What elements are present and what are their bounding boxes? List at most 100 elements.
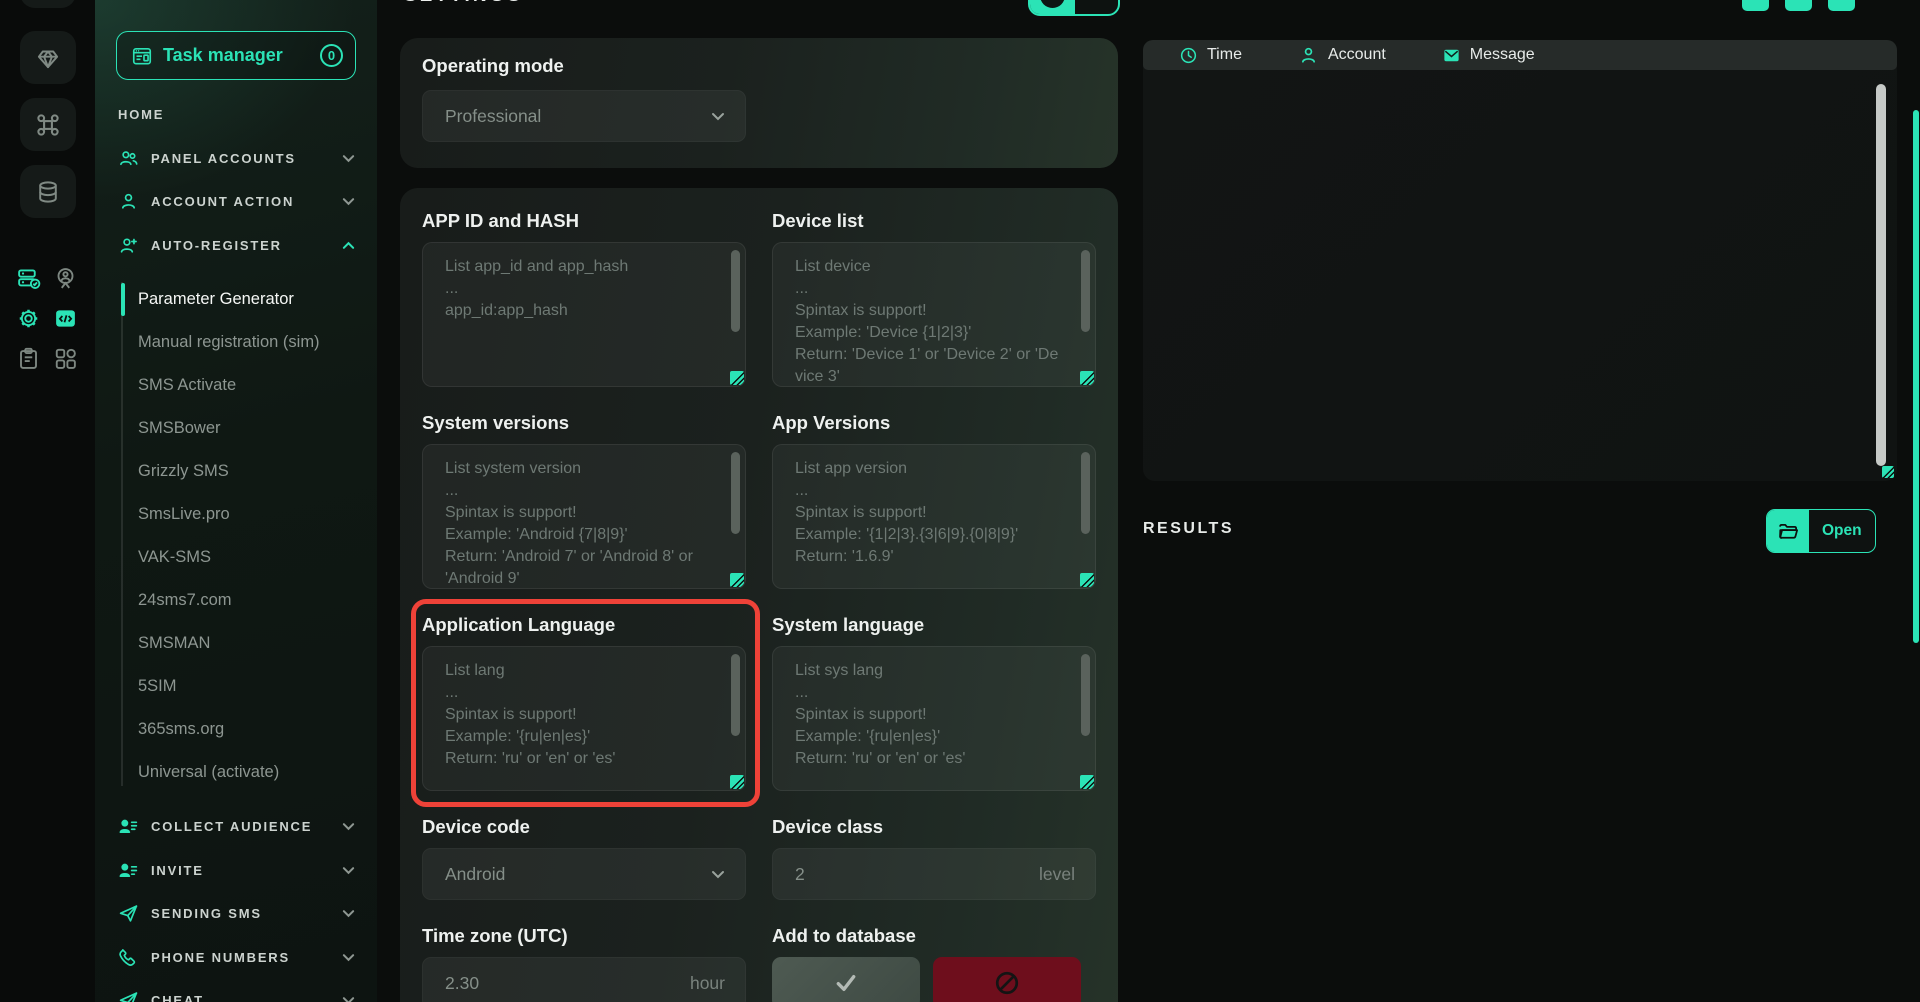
sidebar-item-sending-sms[interactable]: SENDING SMS <box>95 892 377 936</box>
task-manager-icon <box>131 45 153 67</box>
cut-toolbar-button[interactable] <box>1785 0 1812 11</box>
textarea-scrollbar[interactable] <box>731 250 740 332</box>
operating-mode-label: Operating mode <box>422 55 1096 77</box>
textarea-system-versions[interactable]: List system version ... Spintax is suppo… <box>422 444 746 589</box>
field-label: System language <box>772 614 1096 636</box>
sidebar: Task manager 0 HOME PANEL ACCOUNTSACCOUN… <box>95 0 377 1002</box>
sidebar-item-invite[interactable]: INVITE <box>95 849 377 893</box>
submenu-item-grizzly-sms[interactable]: Grizzly SMS <box>135 450 377 493</box>
chevron-down-icon <box>342 866 355 875</box>
rail-button-cut[interactable] <box>20 0 76 8</box>
cut-toolbar-button[interactable] <box>1742 0 1769 11</box>
phone-icon <box>118 947 140 968</box>
textarea-resize-handle[interactable] <box>730 371 744 385</box>
time-zone-label: Time zone (UTC) <box>422 925 746 947</box>
submenu-item-smsman[interactable]: SMSMAN <box>135 622 377 665</box>
sidebar-item-cheat[interactable]: CHEAT <box>95 979 377 1002</box>
placeholder-text: List system version ... Spintax is suppo… <box>445 458 711 589</box>
sidebar-item-home[interactable]: HOME <box>95 93 377 137</box>
sidebar-item-phone-numbers[interactable]: PHONE NUMBERS <box>95 936 377 980</box>
code-window-icon[interactable] <box>53 306 78 331</box>
sidebar-item-collect-audience[interactable]: COLLECT AUDIENCE <box>95 805 377 849</box>
person-icon <box>1298 45 1319 66</box>
submenu-item-smsbower[interactable]: SMSBower <box>135 407 377 450</box>
log-scrollbar[interactable] <box>1876 84 1886 466</box>
audience-icon <box>118 816 140 837</box>
textarea-scrollbar[interactable] <box>731 654 740 736</box>
gear-icon[interactable] <box>16 306 41 331</box>
server-check-icon[interactable] <box>16 266 41 291</box>
textarea-resize-handle[interactable] <box>1080 775 1094 789</box>
task-manager-button[interactable]: Task manager 0 <box>116 31 356 80</box>
chevron-down-icon <box>342 154 355 163</box>
log-resize-handle[interactable] <box>1882 466 1894 478</box>
clipboard-icon[interactable] <box>16 346 41 371</box>
textarea-resize-handle[interactable] <box>730 775 744 789</box>
mail-icon <box>1442 46 1461 65</box>
submenu-item-manual-registration-sim[interactable]: Manual registration (sim) <box>135 321 377 364</box>
settings-card: APP ID and HASHList app_id and app_hash … <box>400 188 1118 1002</box>
chevron-down-icon <box>711 112 725 121</box>
auto-register-submenu: Parameter GeneratorManual registration (… <box>121 278 377 794</box>
command-icon[interactable] <box>20 98 76 151</box>
diamond-icon[interactable] <box>20 31 76 84</box>
submenu-item-vak-sms[interactable]: VAK-SMS <box>135 536 377 579</box>
submenu-item-parameter-generator[interactable]: Parameter Generator <box>135 278 377 321</box>
chevron-down-icon <box>342 996 355 1002</box>
app-rail <box>0 0 95 1002</box>
grid-icon[interactable] <box>53 346 78 371</box>
textarea-app-id-and-hash[interactable]: List app_id and app_hash ... app_id:app_… <box>422 242 746 387</box>
textarea-device-list[interactable]: List device ... Spintax is support! Exam… <box>772 242 1096 387</box>
device-code-select[interactable]: Android <box>422 848 746 900</box>
operating-mode-select[interactable]: Professional <box>422 90 746 142</box>
log-column-message[interactable]: Message <box>1442 46 1535 65</box>
chevron-down-icon <box>342 953 355 962</box>
submenu-item-5sim[interactable]: 5SIM <box>135 665 377 708</box>
textarea-scrollbar[interactable] <box>1081 654 1090 736</box>
sidebar-item-auto-register[interactable]: AUTO-REGISTER <box>95 224 377 268</box>
page-title: SETTINGS <box>404 0 523 7</box>
textarea-resize-handle[interactable] <box>730 573 744 587</box>
device-class-input[interactable]: 2 level <box>772 848 1096 900</box>
placeholder-text: List app_id and app_hash ... app_id:app_… <box>445 256 711 322</box>
submenu-item-universal-activate[interactable]: Universal (activate) <box>135 751 377 794</box>
account-camera-icon[interactable] <box>53 266 78 291</box>
textarea-scrollbar[interactable] <box>1081 452 1090 534</box>
sidebar-item-account-action[interactable]: ACCOUNT ACTION <box>95 180 377 224</box>
placeholder-text: List device ... Spintax is support! Exam… <box>795 256 1061 387</box>
database-icon[interactable] <box>20 165 76 218</box>
log-column-time[interactable]: Time <box>1179 46 1242 65</box>
check-icon <box>832 969 860 997</box>
field-group-system-language: System language List sys lang ... Spintax… <box>772 614 1096 791</box>
add-to-database-yes-button[interactable] <box>772 957 920 1002</box>
field-label: System versions <box>422 412 746 434</box>
log-column-account[interactable]: Account <box>1298 45 1386 66</box>
paper-plane-icon <box>118 990 140 1002</box>
open-results-button[interactable]: Open <box>1766 509 1876 553</box>
sidebar-item-panel-accounts[interactable]: PANEL ACCOUNTS <box>95 137 377 181</box>
textarea-application-language[interactable]: List lang ... Spintax is support! Exampl… <box>422 646 746 791</box>
task-manager-badge: 0 <box>320 44 343 67</box>
textarea-resize-handle[interactable] <box>1080 371 1094 385</box>
add-to-database-no-button[interactable] <box>933 957 1081 1002</box>
invite-icon <box>118 860 140 881</box>
header-toggle[interactable] <box>1028 0 1120 16</box>
page-scrollbar[interactable] <box>1913 110 1919 643</box>
submenu-item-smslive-pro[interactable]: SmsLive.pro <box>135 493 377 536</box>
textarea-app-versions[interactable]: List app version ... Spintax is support!… <box>772 444 1096 589</box>
field-label: Device list <box>772 210 1096 232</box>
textarea-system-language[interactable]: List sys lang ... Spintax is support! Ex… <box>772 646 1096 791</box>
log-header: Time Account Message <box>1143 40 1897 70</box>
textarea-scrollbar[interactable] <box>1081 250 1090 332</box>
textarea-resize-handle[interactable] <box>1080 573 1094 587</box>
placeholder-text: List sys lang ... Spintax is support! Ex… <box>795 660 1061 770</box>
textarea-scrollbar[interactable] <box>731 452 740 534</box>
time-zone-input[interactable]: 2.30 hour <box>422 957 746 1002</box>
submenu-item-sms-activate[interactable]: SMS Activate <box>135 364 377 407</box>
paper-plane-icon <box>118 903 140 924</box>
device-code-label: Device code <box>422 816 746 838</box>
submenu-item-24sms7-com[interactable]: 24sms7.com <box>135 579 377 622</box>
cut-toolbar-button[interactable] <box>1828 0 1855 11</box>
chevron-up-icon <box>342 241 355 250</box>
submenu-item-365sms-org[interactable]: 365sms.org <box>135 708 377 751</box>
